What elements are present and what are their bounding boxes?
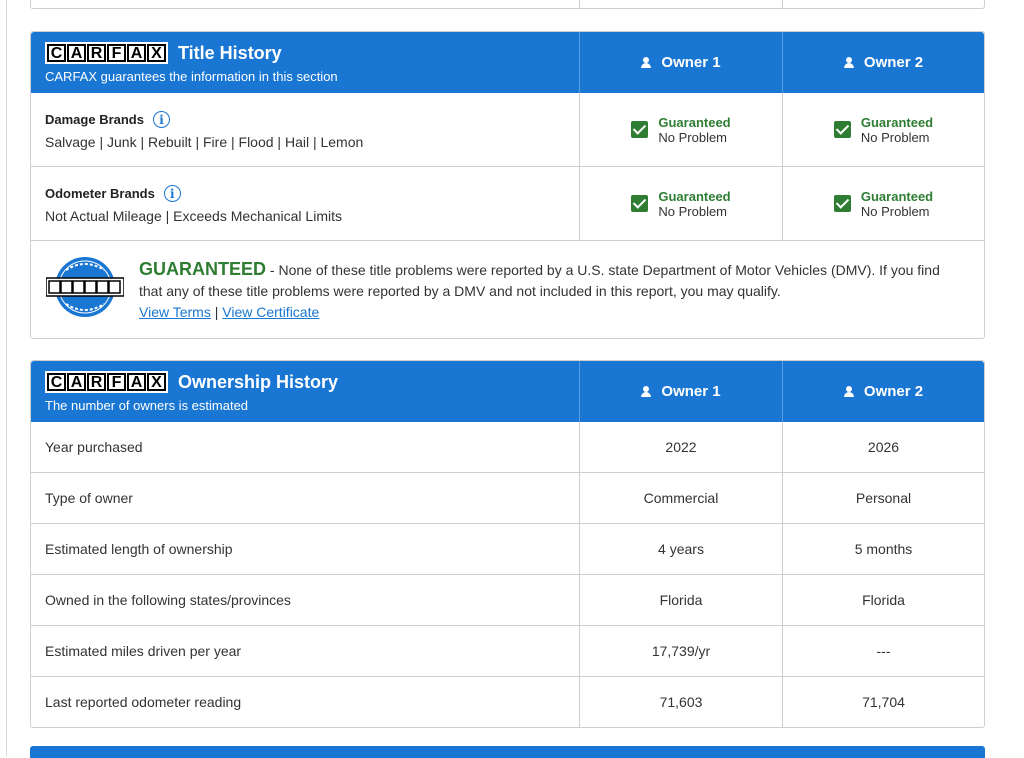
section-title: Title History (178, 42, 282, 63)
section-title: Ownership History (178, 371, 339, 392)
info-icon[interactable]: i (163, 185, 181, 202)
row-label: Year purchased (31, 422, 580, 472)
guaranteed-heading: GUARANTEED (139, 259, 267, 279)
owner-2-value: 2026 (867, 439, 900, 455)
row-title: Odometer Brands (45, 186, 155, 201)
check-icon (833, 195, 851, 212)
owner-1-header: Owner 1 (580, 361, 783, 422)
row-label: Estimated miles driven per year (31, 626, 580, 676)
carfax-logo: CARFAX (45, 42, 168, 64)
row-label: Owned in the following states/provinces (31, 575, 580, 625)
buyback-guarantee-seal-icon (46, 257, 124, 317)
owner-1-value: 2022 (580, 422, 783, 472)
table-row: Type of owner Commercial Personal (31, 472, 984, 523)
person-icon (641, 57, 652, 68)
damage-brands-row: Damage Brands i Salvage | Junk | Rebuilt … (31, 93, 984, 166)
owner-1-value: Commercial (580, 473, 783, 523)
ownership-history-header: CARFAX Ownership History The number of o… (31, 361, 984, 422)
info-icon[interactable]: i (152, 111, 170, 128)
odometer-brands-row: Odometer Brands i Not Actual Mileage | Ex… (31, 166, 984, 240)
title-history-header: CARFAX Title History CARFAX guarantees t… (31, 32, 984, 93)
section-subtitle: The number of owners is estimated (45, 398, 249, 413)
person-icon (843, 57, 854, 68)
table-row: Last reported odometer reading 71,603 71… (31, 676, 984, 727)
view-terms-link[interactable]: View Terms (139, 304, 211, 320)
owner-2-header: Owner 2 (783, 361, 984, 422)
ownership-history-section: CARFAX Ownership History The number of o… (30, 360, 985, 728)
table-row: Estimated miles driven per year 17,739/y… (31, 625, 984, 676)
next-section-header (30, 746, 985, 758)
previous-section-bottom (30, 0, 985, 9)
row-subtitle: Salvage | Junk | Rebuilt | Fire | Flood … (45, 134, 364, 150)
check-icon (631, 121, 649, 138)
row-label: Type of owner (31, 473, 580, 523)
owner-1-value: 71,603 (580, 677, 783, 727)
buyback-guarantee: GUARANTEED - None of these title problem… (31, 240, 984, 338)
title-history-section: CARFAX Title History CARFAX guarantees t… (30, 31, 985, 339)
person-icon (641, 386, 652, 397)
owner-2-value: 71,704 (862, 694, 905, 710)
section-subtitle: CARFAX guarantees the information in thi… (45, 69, 338, 84)
table-row: Owned in the following states/provinces … (31, 574, 984, 625)
owner-2-value: Personal (855, 490, 912, 506)
owner-1-value: 17,739/yr (580, 626, 783, 676)
page-left-border (6, 0, 7, 756)
view-certificate-link[interactable]: View Certificate (222, 304, 319, 320)
owner-1-header: Owner 1 (580, 32, 783, 93)
owner-1-value: 4 years (580, 524, 783, 574)
owner-2-value: --- (876, 643, 891, 659)
check-icon (631, 195, 649, 212)
table-row: Estimated length of ownership 4 years 5 … (31, 523, 984, 574)
row-subtitle: Not Actual Mileage | Exceeds Mechanical … (45, 208, 342, 224)
owner-2-value: 5 months (854, 541, 913, 557)
person-icon (843, 386, 854, 397)
row-title: Damage Brands (45, 112, 144, 127)
owner-2-value: Florida (862, 592, 905, 608)
owner-1-value: Florida (580, 575, 783, 625)
owner-2-header: Owner 2 (783, 32, 984, 93)
check-icon (833, 121, 851, 138)
row-label: Last reported odometer reading (31, 677, 580, 727)
row-label: Estimated length of ownership (31, 524, 580, 574)
carfax-logo: CARFAX (45, 371, 168, 393)
table-row: Year purchased 2022 2026 (31, 422, 984, 472)
